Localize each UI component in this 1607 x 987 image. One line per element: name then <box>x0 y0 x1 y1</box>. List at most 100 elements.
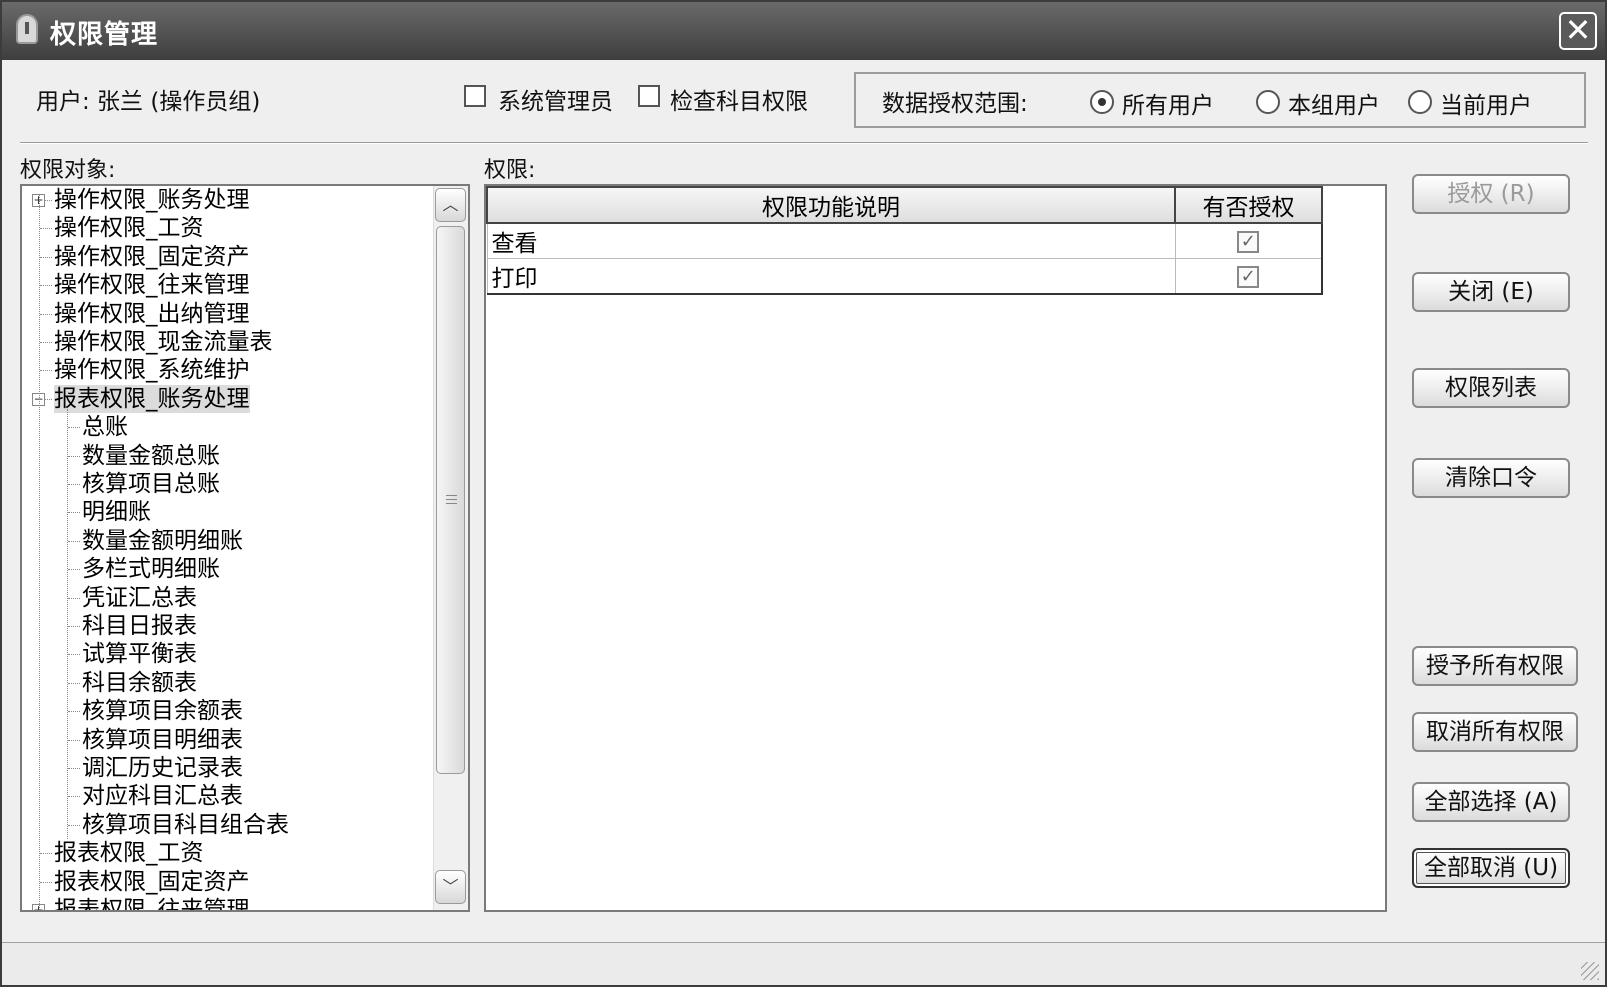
tree-connector <box>40 342 52 343</box>
tree-connector <box>68 455 80 457</box>
tree-connector <box>68 484 80 485</box>
tree-label: 权限对象: <box>20 158 116 183</box>
grip-line <box>446 499 457 500</box>
tree-item[interactable]: 试算平衡表 <box>82 640 197 668</box>
tree-item[interactable]: 核算项目总账 <box>82 470 220 498</box>
radio-group-users[interactable] <box>1256 90 1280 114</box>
tree-connector <box>68 569 80 571</box>
close-button[interactable]: 关闭 (E) <box>1412 272 1570 312</box>
tree-connector <box>68 654 80 656</box>
system-admin-label[interactable]: 系统管理员 <box>498 82 613 116</box>
permission-name: 查看 <box>486 222 1176 259</box>
tree-item[interactable]: 对应科目汇总表 <box>82 782 243 810</box>
tree-item[interactable]: 操作权限_固定资产 <box>54 243 250 271</box>
grip-line <box>446 495 457 496</box>
tree-connector <box>40 370 52 372</box>
tree-connector <box>40 285 52 287</box>
scroll-up-icon[interactable]: ︿ <box>435 188 466 222</box>
grant-button[interactable]: 授权 (R) <box>1412 174 1570 214</box>
tree-connector <box>68 796 80 798</box>
app-icon <box>16 14 38 44</box>
status-bar <box>2 942 1605 985</box>
tree-item[interactable]: 操作权限_工资 <box>54 214 204 242</box>
tree-item[interactable]: 操作权限_账务处理 <box>54 186 250 214</box>
tree-connector <box>39 194 40 910</box>
tree-connector <box>40 228 52 230</box>
grip-line <box>446 503 457 504</box>
scroll-down-icon[interactable]: ﹀ <box>435 870 466 904</box>
tree-connector <box>67 408 68 839</box>
granted-checkbox[interactable]: ✓ <box>1237 230 1260 253</box>
permission-list-button[interactable]: 权限列表 <box>1412 368 1570 408</box>
tree-scrollbar[interactable]: ︿ ﹀ <box>433 186 468 910</box>
tree-connector <box>40 256 52 258</box>
tree-item[interactable]: 报表权限_固定资产 <box>54 868 250 896</box>
tree-connector <box>40 313 52 315</box>
radio-group-users-label[interactable]: 本组用户 <box>1288 86 1380 120</box>
divider <box>20 142 1588 144</box>
tree-item[interactable]: 操作权限_出纳管理 <box>54 300 250 328</box>
permission-grid-panel: 权限功能说明 有否授权 查看 ✓ 打印 ✓ <box>484 184 1387 912</box>
permission-grid: 权限功能说明 有否授权 查看 ✓ 打印 ✓ <box>486 186 1323 295</box>
user-label: 用户: 张兰 (操作员组) <box>36 89 261 115</box>
title-bar[interactable]: 权限管理 ✕ <box>2 2 1605 60</box>
tree-connector <box>68 739 80 741</box>
tree-item[interactable]: 报表权限_工资 <box>54 839 204 867</box>
table-row[interactable]: 打印 ✓ <box>486 258 1323 295</box>
tree-connector <box>68 711 80 713</box>
granted-cell[interactable]: ✓ <box>1174 222 1323 259</box>
tree-connector <box>40 910 52 911</box>
tree-connector <box>40 881 52 883</box>
permission-object-tree[interactable]: 操作权限_账务处理 + 操作权限_工资 操作权限_固定资产 操作权限_往来管理 操作权限_… <box>20 184 470 912</box>
data-scope-group: 数据授权范围: 所有用户 本组用户 当前用户 <box>854 72 1586 128</box>
clear-password-button[interactable]: 清除口令 <box>1412 458 1570 498</box>
column-header-granted[interactable]: 有否授权 <box>1174 186 1323 224</box>
tree-item[interactable]: 调汇历史记录表 <box>82 754 243 782</box>
permissions-label: 权限: <box>484 158 536 183</box>
tree-item[interactable]: 操作权限_往来管理 <box>54 271 250 299</box>
deselect-all-button[interactable]: 全部取消 (U) <box>1412 848 1570 888</box>
grant-all-button[interactable]: 授予所有权限 <box>1412 646 1578 686</box>
tree-connector <box>68 512 80 514</box>
tree-item[interactable]: 数量金额明细账 <box>82 527 243 555</box>
radio-current-user-label[interactable]: 当前用户 <box>1440 86 1532 120</box>
check-subject-label[interactable]: 检查科目权限 <box>670 82 808 116</box>
radio-all-users-label[interactable]: 所有用户 <box>1122 86 1214 120</box>
select-all-button[interactable]: 全部选择 (A) <box>1412 782 1570 822</box>
tree-item[interactable]: 明细账 <box>82 498 151 526</box>
tree-connector <box>68 682 80 684</box>
tree-item[interactable]: 报表权限_往来管理 <box>54 896 250 910</box>
revoke-all-button[interactable]: 取消所有权限 <box>1412 712 1578 752</box>
resize-grip-icon[interactable] <box>1581 962 1599 980</box>
tree-item[interactable]: 核算项目余额表 <box>82 697 243 725</box>
tree-item[interactable]: 报表权限_账务处理 <box>54 384 250 413</box>
tree-connector <box>40 853 52 855</box>
tree-connector <box>68 824 80 826</box>
tree-item[interactable]: 科目日报表 <box>82 612 197 640</box>
scroll-thumb[interactable] <box>436 226 465 774</box>
tree-item[interactable]: 多栏式明细账 <box>82 555 220 583</box>
tree-item[interactable]: 操作权限_系统维护 <box>54 356 250 384</box>
tree-connector <box>68 540 80 542</box>
radio-current-user[interactable] <box>1408 90 1432 114</box>
system-admin-checkbox[interactable] <box>464 85 486 107</box>
tree-item[interactable]: 数量金额总账 <box>82 442 220 470</box>
check-subject-checkbox[interactable] <box>638 85 660 107</box>
tree-item[interactable]: 操作权限_现金流量表 <box>54 328 273 356</box>
tree-item[interactable]: 核算项目科目组合表 <box>82 811 289 839</box>
tree-item[interactable]: 核算项目明细表 <box>82 726 243 754</box>
radio-all-users[interactable] <box>1090 90 1114 114</box>
tree-item[interactable]: 科目余额表 <box>82 669 197 697</box>
granted-checkbox[interactable]: ✓ <box>1237 265 1260 288</box>
table-row[interactable]: 查看 ✓ <box>486 222 1323 259</box>
tree-connector <box>68 427 80 429</box>
granted-cell[interactable]: ✓ <box>1174 258 1323 295</box>
window-title: 权限管理 <box>50 20 159 50</box>
tree-connector <box>68 626 80 627</box>
permission-dialog: 权限管理 ✕ 用户: 张兰 (操作员组) 系统管理员 检查科目权限 数据授权范围… <box>0 0 1607 987</box>
column-header-description[interactable]: 权限功能说明 <box>486 186 1176 224</box>
permission-name: 打印 <box>486 258 1176 295</box>
tree-item[interactable]: 总账 <box>82 413 128 441</box>
close-icon[interactable]: ✕ <box>1559 12 1597 50</box>
tree-item[interactable]: 凭证汇总表 <box>82 584 197 612</box>
